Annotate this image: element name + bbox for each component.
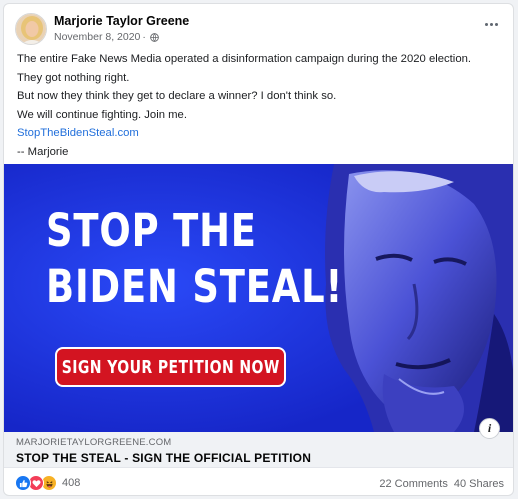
- meta-separator: ·: [142, 31, 146, 43]
- post-footer: 408 22 Comments 40 Shares: [4, 471, 513, 495]
- comments-count-link[interactable]: 22 Comments: [379, 478, 447, 490]
- engagement-counts: 22 Comments 40 Shares: [379, 478, 504, 490]
- post-signoff: -- Marjorie: [17, 145, 69, 158]
- reaction-count: 408: [62, 477, 81, 489]
- author-avatar[interactable]: [15, 13, 47, 45]
- reactions-summary[interactable]: 408: [15, 475, 80, 491]
- banner-headline-1: STOP THE: [46, 204, 257, 257]
- link-preview-domain: MARJORIETAYLORGREENE.COM: [16, 437, 172, 448]
- post-meta: November 8, 2020 ·: [54, 31, 159, 43]
- post-line-1: The entire Fake News Media operated a di…: [17, 53, 472, 65]
- post-text: The entire Fake News Media operated a di…: [17, 50, 507, 161]
- post-date[interactable]: November 8, 2020: [54, 31, 140, 43]
- info-icon[interactable]: i: [479, 418, 500, 439]
- post-line-2: They got nothing right.: [17, 71, 130, 84]
- petition-banner-image[interactable]: STOP THE BIDEN STEAL! SIGN YOUR PETITION…: [4, 164, 513, 432]
- link-preview-title: STOP THE STEAL - SIGN THE OFFICIAL PETIT…: [16, 451, 312, 465]
- sign-petition-banner-button: SIGN YOUR PETITION NOW: [55, 347, 286, 387]
- more-options-icon[interactable]: [480, 17, 502, 31]
- post-link[interactable]: StopTheBidenSteal.com: [17, 127, 139, 139]
- post-line-3: But now they think they get to declare a…: [17, 90, 337, 102]
- facebook-post: Marjorie Taylor Greene November 8, 2020 …: [3, 3, 514, 496]
- banner-headline-2: BIDEN STEAL!: [46, 260, 344, 313]
- globe-icon: [150, 32, 159, 42]
- shares-count-link[interactable]: 40 Shares: [454, 478, 504, 490]
- link-preview[interactable]: MARJORIETAYLORGREENE.COM STOP THE STEAL …: [4, 432, 513, 468]
- like-icon: [15, 475, 31, 491]
- author-name[interactable]: Marjorie Taylor Greene: [54, 14, 189, 28]
- banner-cta-label: SIGN YOUR PETITION NOW: [61, 356, 280, 378]
- post-line-4: We will continue fighting. Join me.: [17, 108, 187, 121]
- post-header: Marjorie Taylor Greene November 8, 2020 …: [14, 13, 504, 49]
